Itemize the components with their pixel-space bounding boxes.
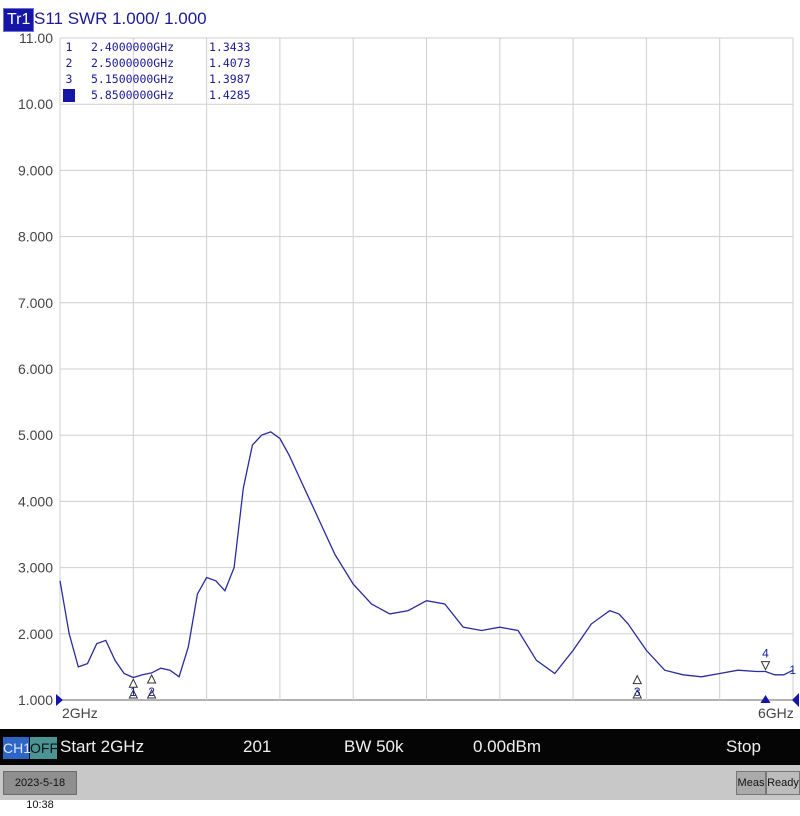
- y-tick-label: 8.000: [18, 229, 53, 245]
- marker-number: 2: [66, 56, 73, 70]
- y-tick-label: 4.000: [18, 493, 53, 509]
- meas-button[interactable]: Meas: [736, 771, 766, 795]
- marker-value: 1.3433: [209, 40, 251, 54]
- marker-frequency: 5.8500000GHz: [91, 88, 174, 102]
- y-tick-label: 2.000: [18, 626, 53, 642]
- marker-value: 1.4073: [209, 56, 251, 70]
- y-tick-label: 10.00: [18, 96, 53, 112]
- marker-label: 2: [148, 685, 155, 699]
- y-tick-label: 1.000: [18, 692, 53, 708]
- y-tick-label: 6.000: [18, 361, 53, 377]
- if-bandwidth[interactable]: BW 50k: [344, 729, 404, 765]
- channel-button[interactable]: CH1: [3, 737, 31, 759]
- x-stop-label: 6GHz: [758, 705, 794, 721]
- trace-badge[interactable]: Tr1: [3, 8, 35, 32]
- ready-indicator: Ready: [766, 771, 800, 795]
- swr-chart[interactable]: 11.00 10.00 9.000 8.000 7.000 6.000 5.000 4.000…: [0, 0, 800, 730]
- plot-background: [0, 0, 800, 730]
- off-button[interactable]: OFF: [30, 737, 58, 759]
- start-frequency[interactable]: Start 2GHz: [60, 729, 144, 765]
- footer-bar: 2023-5-18 10:38 Meas Ready: [0, 765, 800, 811]
- marker-frequency: 5.1500000GHz: [91, 72, 174, 86]
- marker-edge-label: 1: [789, 663, 796, 677]
- y-tick-label: 5.000: [18, 427, 53, 443]
- marker-number: 4: [66, 88, 73, 102]
- marker-number: 1: [66, 40, 73, 54]
- vna-screen: 11.00 10.00 9.000 8.000 7.000 6.000 5.000 4.000…: [0, 0, 800, 811]
- marker-frequency: 2.5000000GHz: [91, 56, 174, 70]
- marker-label: 1: [130, 685, 137, 699]
- marker-frequency: 2.4000000GHz: [91, 40, 174, 54]
- datetime-display: 2023-5-18 10:38: [3, 771, 77, 811]
- y-tick-label: 3.000: [18, 560, 53, 576]
- trace-description[interactable]: S11 SWR 1.000/ 1.000: [34, 8, 207, 30]
- channel-status-bar: CH1 OFF Start 2GHz 201 BW 50k 0.00dBm St…: [0, 729, 800, 792]
- marker-label: 3: [634, 685, 641, 699]
- marker-value: 1.3987: [209, 72, 251, 86]
- y-tick-label: 7.000: [18, 295, 53, 311]
- power-level[interactable]: 0.00dBm: [473, 729, 541, 765]
- points-count[interactable]: 201: [243, 729, 271, 765]
- marker-value: 1.4285: [209, 88, 251, 102]
- x-start-label: 2GHz: [62, 705, 98, 721]
- y-tick-label: 9.000: [18, 162, 53, 178]
- y-tick-label: 11.00: [19, 30, 53, 46]
- marker-label: 4: [762, 647, 769, 661]
- marker-number: 3: [66, 72, 73, 86]
